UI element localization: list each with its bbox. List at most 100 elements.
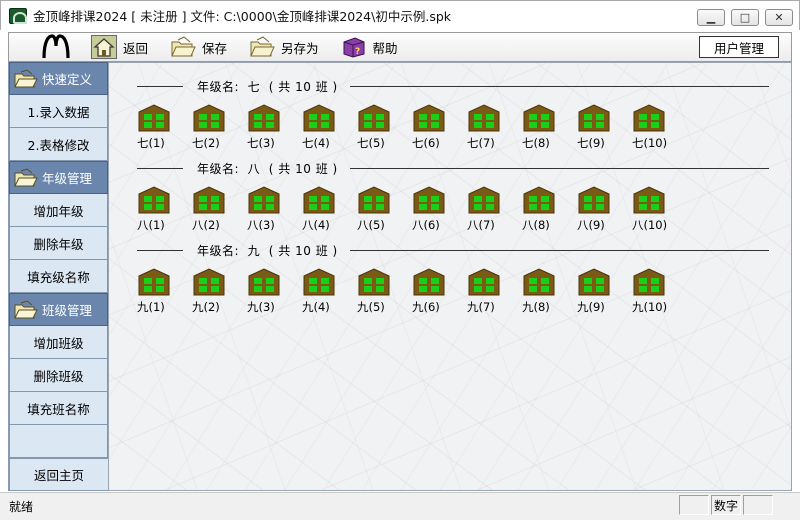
sidebar-item-add-grade[interactable]: 增加年级 xyxy=(9,194,108,227)
class-tile[interactable]: 八(1) xyxy=(137,186,192,233)
home-icon xyxy=(91,35,117,59)
sidebar-item-add-class[interactable]: 增加班级 xyxy=(9,326,108,359)
toolbar-help-button[interactable]: ? 帮助 xyxy=(341,33,398,61)
class-tile[interactable]: 八(6) xyxy=(412,186,467,233)
class-name-label: 七(8) xyxy=(522,136,550,150)
class-house-icon xyxy=(358,268,390,296)
class-name-label: 九(1) xyxy=(137,300,165,314)
class-tile[interactable]: 七(1) xyxy=(137,104,192,151)
class-tile[interactable]: 九(10) xyxy=(632,268,687,315)
sidebar-item-enter-data[interactable]: 1.录入数据 xyxy=(9,95,108,128)
maximize-button[interactable]: □ xyxy=(731,9,759,26)
class-tile[interactable]: 七(5) xyxy=(357,104,412,151)
class-name-label: 八(1) xyxy=(137,218,165,232)
class-tile[interactable]: 七(6) xyxy=(412,104,467,151)
class-name-label: 七(1) xyxy=(137,136,165,150)
class-tile[interactable]: 七(3) xyxy=(247,104,302,151)
class-name-label: 八(7) xyxy=(467,218,495,232)
sidebar-back-home-button[interactable]: 返回主页 xyxy=(9,458,109,491)
class-name-label: 八(8) xyxy=(522,218,550,232)
minimize-button[interactable]: ▁ xyxy=(697,9,725,26)
class-house-icon xyxy=(523,186,555,214)
class-name-label: 八(4) xyxy=(302,218,330,232)
class-tile[interactable]: 九(3) xyxy=(247,268,302,315)
class-tile[interactable]: 九(4) xyxy=(302,268,357,315)
status-bar: 就绪 数字 xyxy=(0,492,800,520)
divider xyxy=(349,167,769,169)
class-name-label: 七(4) xyxy=(302,136,330,150)
toolbar-back-label: 返回 xyxy=(123,40,149,56)
class-name-label: 九(10) xyxy=(632,300,668,314)
sidebar-item-delete-class[interactable]: 删除班级 xyxy=(9,359,108,392)
class-name-label: 九(7) xyxy=(467,300,495,314)
class-tile[interactable]: 八(9) xyxy=(577,186,632,233)
class-house-icon xyxy=(578,268,610,296)
class-house-icon xyxy=(468,104,500,132)
class-tile[interactable]: 八(3) xyxy=(247,186,302,233)
class-house-icon xyxy=(248,268,280,296)
class-house-icon xyxy=(523,268,555,296)
class-house-icon xyxy=(633,104,665,132)
toolbar-save-as-button[interactable]: 另存为 xyxy=(249,33,319,61)
class-tile[interactable]: 七(9) xyxy=(577,104,632,151)
sidebar-item-delete-grade[interactable]: 删除年级 xyxy=(9,227,108,260)
class-house-icon xyxy=(138,268,170,296)
class-house-icon xyxy=(523,104,555,132)
class-house-icon xyxy=(193,104,225,132)
class-name-label: 九(3) xyxy=(247,300,275,314)
class-house-icon xyxy=(633,186,665,214)
class-name-label: 九(5) xyxy=(357,300,385,314)
sidebar-item-fill-class-name[interactable]: 填充班名称 xyxy=(9,392,108,425)
class-tile[interactable]: 七(7) xyxy=(467,104,522,151)
sidebar-header-label: 年级管理 xyxy=(42,171,93,186)
sidebar-header-grade-management[interactable]: 年级管理 xyxy=(9,161,108,194)
class-house-icon xyxy=(468,186,500,214)
class-tile[interactable]: 八(10) xyxy=(632,186,687,233)
divider xyxy=(349,249,769,251)
class-tile[interactable]: 八(5) xyxy=(357,186,412,233)
class-house-icon xyxy=(193,186,225,214)
class-tile[interactable]: 七(4) xyxy=(302,104,357,151)
toolbar-back-button[interactable]: 返回 xyxy=(91,33,148,61)
close-button[interactable]: ✕ xyxy=(765,9,793,26)
divider xyxy=(137,167,183,169)
class-name-label: 八(2) xyxy=(192,218,220,232)
class-name-label: 九(4) xyxy=(302,300,330,314)
sidebar-header-class-management[interactable]: 班级管理 xyxy=(9,293,108,326)
sidebar-item-fill-grade-name[interactable]: 填充级名称 xyxy=(9,260,108,293)
class-house-icon xyxy=(358,186,390,214)
class-tile[interactable]: 九(9) xyxy=(577,268,632,315)
class-tile[interactable]: 八(8) xyxy=(522,186,577,233)
folder-icon xyxy=(249,35,275,59)
class-tile[interactable]: 七(2) xyxy=(192,104,247,151)
class-tile[interactable]: 九(7) xyxy=(467,268,522,315)
class-name-label: 七(9) xyxy=(577,136,605,150)
class-house-icon xyxy=(303,186,335,214)
grade-header: 年级名: 七 ( 共 10 班 ) xyxy=(137,78,769,94)
class-tile[interactable]: 九(8) xyxy=(522,268,577,315)
num-lock-indicator: 数字 xyxy=(711,495,741,515)
class-house-icon xyxy=(138,186,170,214)
class-tile[interactable]: 九(5) xyxy=(357,268,412,315)
sidebar-item-table-edit[interactable]: 2.表格修改 xyxy=(9,128,108,161)
folder-icon xyxy=(14,68,38,87)
class-tile[interactable]: 九(1) xyxy=(137,268,192,315)
class-tile[interactable]: 八(2) xyxy=(192,186,247,233)
grade-header: 年级名: 八 ( 共 10 班 ) xyxy=(137,160,769,176)
class-tile[interactable]: 七(10) xyxy=(632,104,687,151)
class-house-icon xyxy=(358,104,390,132)
class-tile[interactable]: 九(6) xyxy=(412,268,467,315)
class-tile[interactable]: 九(2) xyxy=(192,268,247,315)
class-name-label: 八(3) xyxy=(247,218,275,232)
folder-icon xyxy=(170,35,196,59)
status-text: 就绪 xyxy=(9,500,34,514)
class-tile[interactable]: 七(8) xyxy=(522,104,577,151)
toolbar-save-button[interactable]: 保存 xyxy=(170,33,227,61)
sidebar-header-quick-define[interactable]: 快速定义 xyxy=(9,62,108,95)
class-tile[interactable]: 八(4) xyxy=(302,186,357,233)
class-tile[interactable]: 八(7) xyxy=(467,186,522,233)
class-house-icon xyxy=(633,268,665,296)
user-management-button[interactable]: 用户管理 xyxy=(699,36,779,58)
class-name-label: 七(5) xyxy=(357,136,385,150)
class-house-icon xyxy=(248,186,280,214)
